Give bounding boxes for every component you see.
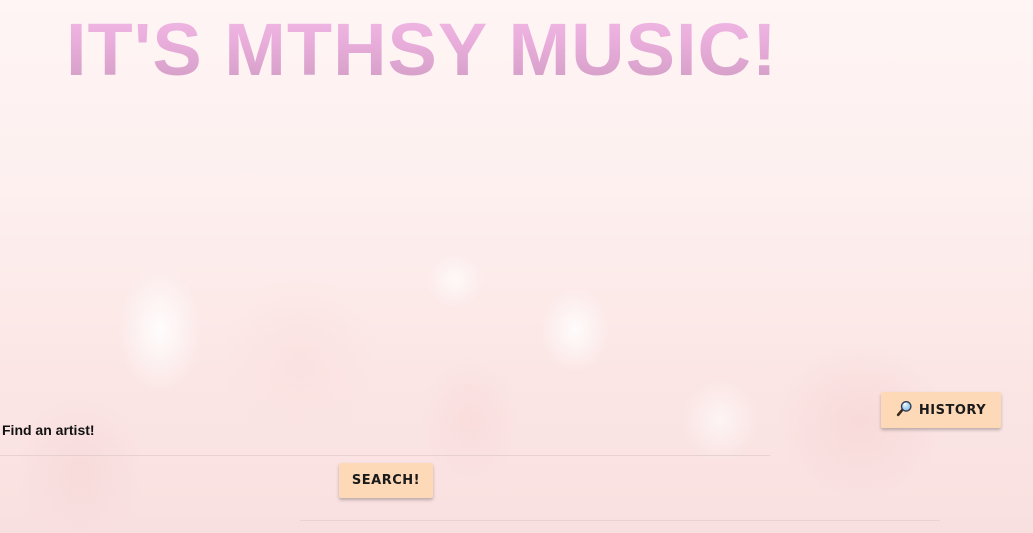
history-button[interactable]: HISTORY (881, 392, 1001, 428)
magnifier-icon (896, 400, 913, 421)
artist-search-input[interactable] (0, 446, 770, 456)
search-button[interactable]: SEARCH! (339, 463, 433, 498)
divider (300, 520, 940, 521)
history-button-label: HISTORY (918, 402, 987, 418)
find-artist-label: Find an artist! (2, 422, 95, 438)
page-title: IT'S MTHSY MUSIC! (66, 8, 778, 91)
